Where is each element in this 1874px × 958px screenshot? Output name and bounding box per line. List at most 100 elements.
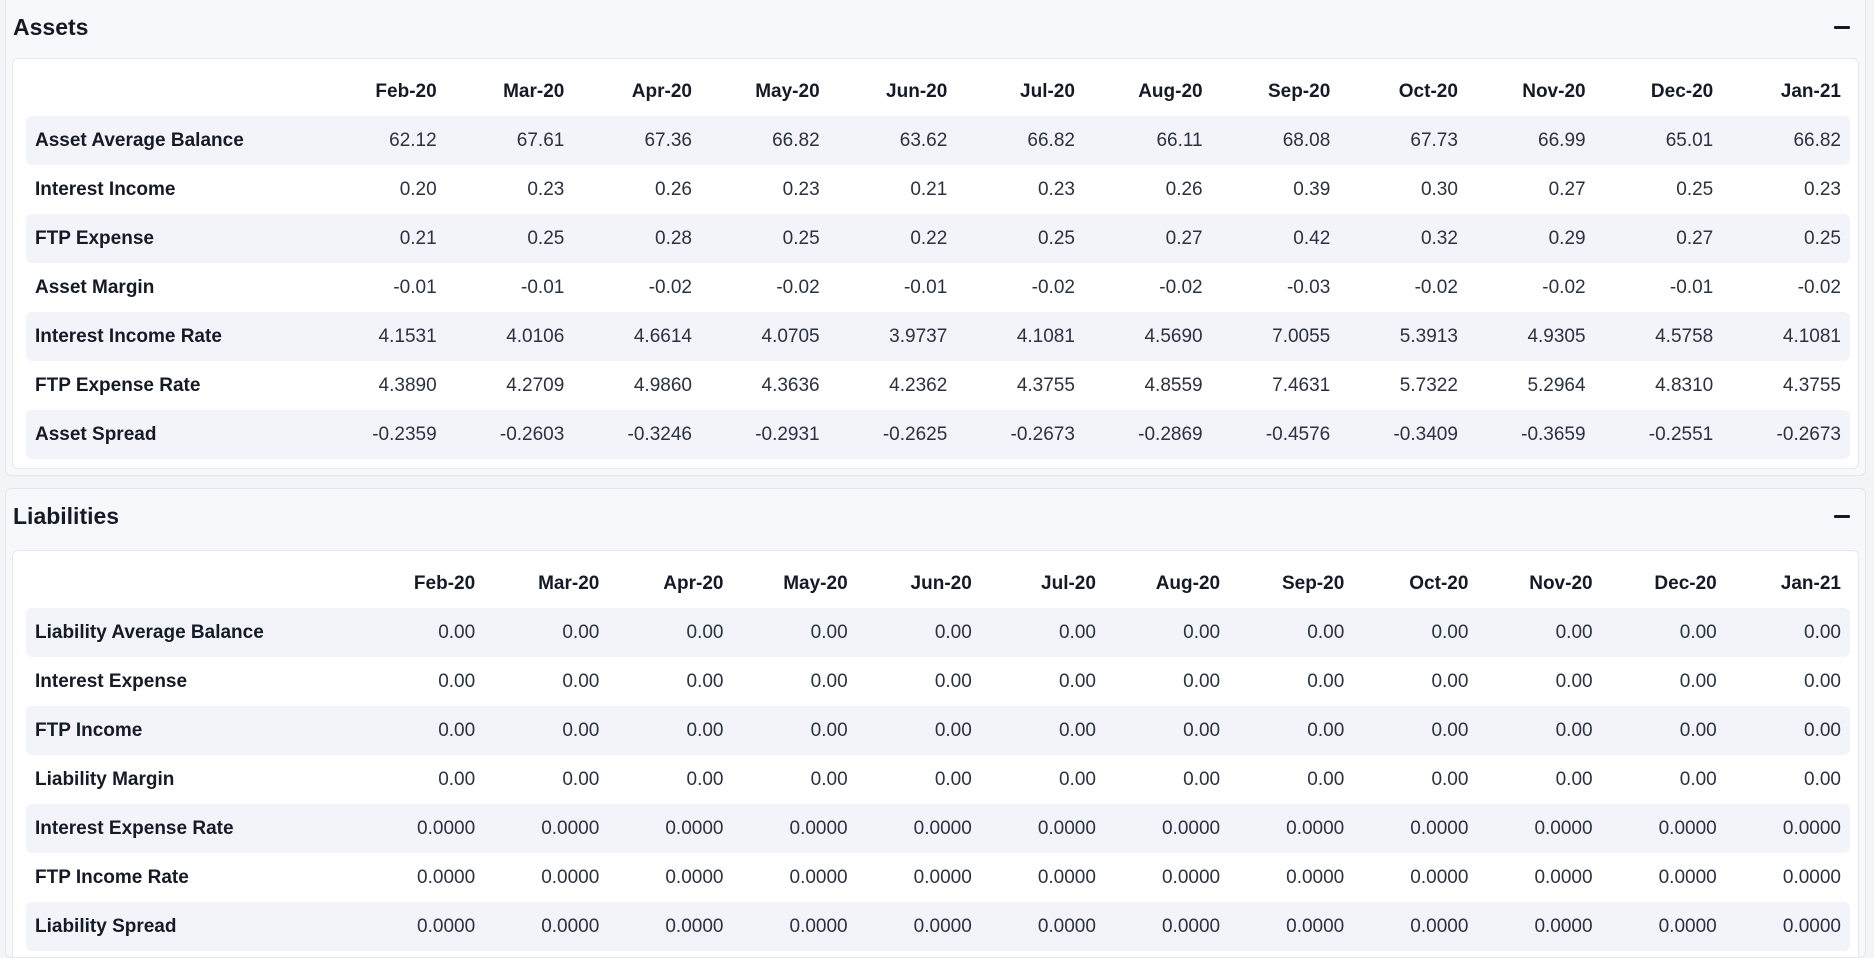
table-cell: 0.00 (1431, 670, 1469, 692)
table-cell: 0.00 (1229, 706, 1354, 755)
row-label: Interest Expense (35, 670, 188, 692)
liabilities-panel: Liabilities Feb-20 Mar-20 Apr-20 May-20 Jun-… (5, 488, 1866, 958)
table-cell: 0.00 (438, 768, 476, 790)
table-cell: 66.82 (700, 116, 829, 165)
assets-collapse-button[interactable] (1829, 14, 1855, 40)
column-header: Jul-20 (1020, 80, 1075, 102)
table-cell: 4.9305 (1466, 312, 1595, 361)
row-label: Liability Margin (35, 768, 175, 790)
table-cell: 0.39 (1293, 178, 1331, 200)
table-cell: 0.25 (1722, 214, 1850, 263)
table-cell: 0.00 (1058, 768, 1096, 790)
table-cell: -0.4576 (1211, 410, 1340, 459)
table-cell: 0.0000 (1353, 804, 1478, 853)
table-cell: 0.25 (445, 214, 574, 263)
column-header: Feb-20 (375, 80, 437, 102)
table-cell: 0.29 (1466, 214, 1595, 263)
table-cell: 0.26 (1165, 178, 1203, 200)
table-cell: -0.01 (393, 276, 437, 298)
table-cell: 0.0000 (608, 804, 733, 853)
table-cell: 66.11 (1083, 116, 1212, 165)
table-cell: 0.00 (1477, 608, 1602, 657)
table-cell: -0.02 (1031, 276, 1075, 298)
liabilities-table: Feb-20 Mar-20 Apr-20 May-20 Jun-20 Jul-20 Aug-… (26, 559, 1850, 951)
table-cell: 0.25 (1676, 178, 1714, 200)
table-cell: 0.00 (810, 670, 848, 692)
table-cell: -0.2931 (700, 410, 829, 459)
table-cell: 0.25 (956, 214, 1084, 263)
row-label: Liability Average Balance (26, 608, 361, 657)
table-cell: 0.00 (1229, 608, 1354, 657)
table-cell: 0.00 (856, 706, 981, 755)
table-cell: 0.00 (1555, 670, 1593, 692)
table-cell: 0.0000 (1104, 804, 1230, 853)
table-cell: -0.02 (1797, 276, 1841, 298)
assets-table-card: Feb-20 Mar-20 Apr-20 May-20 Jun-20 Jul-20 Aug-… (12, 58, 1859, 469)
table-cell: 4.2362 (889, 374, 948, 396)
column-header: Apr-20 (663, 572, 724, 594)
table-cell: 0.0000 (665, 866, 724, 888)
table-cell: 0.0000 (1104, 902, 1230, 951)
table-cell: 0.23 (1804, 178, 1841, 200)
table-cell: 4.1081 (956, 312, 1084, 361)
table-row: Liability Average Balance 0.00 0.00 0.00 0.0… (26, 608, 1850, 657)
table-row: FTP Income Rate 0.0000 0.0000 0.0000 0.0000 0… (26, 853, 1850, 902)
table-cell: 62.12 (318, 116, 446, 165)
liabilities-header[interactable]: Liabilities (6, 489, 1865, 543)
table-cell: 4.5758 (1594, 312, 1723, 361)
table-cell: -0.2359 (318, 410, 446, 459)
table-cell: 0.25 (700, 214, 829, 263)
liabilities-collapse-button[interactable] (1829, 503, 1855, 529)
table-cell: 0.00 (856, 608, 981, 657)
table-cell: 0.00 (1183, 768, 1221, 790)
table-cell: 0.00 (484, 706, 609, 755)
table-cell: 0.0000 (541, 866, 600, 888)
table-cell: 0.0000 (1782, 866, 1841, 888)
table-cell: 67.61 (445, 116, 574, 165)
row-label: FTP Expense Rate (35, 374, 201, 396)
table-cell: -0.3246 (573, 410, 701, 459)
row-label: Interest Income Rate (26, 312, 319, 361)
table-row: Interest Expense Rate 0.0000 0.0000 0.0000 0… (26, 804, 1850, 853)
table-cell: 0.32 (1339, 214, 1467, 263)
table-cell: 0.00 (934, 768, 972, 790)
table-cell: 4.1081 (1722, 312, 1850, 361)
table-row: Interest Expense 0.00 0.00 0.00 0.00 0.00 0.00… (26, 657, 1850, 706)
column-header: Dec-20 (1650, 80, 1714, 102)
row-label-header (26, 559, 360, 608)
table-cell: 0.00 (360, 706, 485, 755)
table-cell: 0.0000 (732, 804, 857, 853)
table-cell: 5.7322 (1399, 374, 1458, 396)
table-cell: 0.00 (1725, 706, 1850, 755)
table-cell: -0.01 (1669, 276, 1714, 298)
table-cell: 0.00 (562, 670, 600, 692)
table-cell: 3.9737 (828, 312, 957, 361)
table-row: Interest Income 0.20 0.23 0.26 0.23 0.21 0.23 0… (26, 165, 1850, 214)
table-cell: 65.01 (1594, 116, 1723, 165)
table-cell: 0.0000 (417, 866, 476, 888)
table-cell: -0.2869 (1083, 410, 1212, 459)
table-cell: 0.0000 (1601, 902, 1726, 951)
table-cell: 4.3890 (378, 374, 437, 396)
table-cell: 5.3913 (1339, 312, 1467, 361)
table-cell: 0.23 (527, 178, 565, 200)
table-cell: 7.0055 (1211, 312, 1340, 361)
assets-header[interactable]: Assets (6, 0, 1865, 51)
table-cell: 4.8310 (1655, 374, 1714, 396)
table-cell: 67.73 (1339, 116, 1467, 165)
column-header: Jun-20 (886, 80, 948, 102)
table-cell: 0.0000 (1037, 866, 1096, 888)
table-cell: 67.36 (573, 116, 701, 165)
table-row: Asset Margin -0.01 -0.01 -0.02 -0.02 -0.01 -0.… (26, 263, 1850, 312)
row-label: Interest Expense Rate (26, 804, 361, 853)
column-header: Nov-20 (1529, 572, 1593, 594)
table-cell: -0.03 (1286, 276, 1331, 298)
table-cell: 0.0000 (856, 804, 981, 853)
table-cell: 0.00 (1307, 670, 1345, 692)
table-row: Liability Margin 0.00 0.00 0.00 0.00 0.00 0.00… (26, 755, 1850, 804)
table-cell: 0.0000 (1477, 804, 1602, 853)
row-label: Interest Income (35, 178, 176, 200)
column-header: Sep-20 (1281, 572, 1345, 594)
table-cell: 0.0000 (1353, 902, 1478, 951)
table-cell: 0.0000 (608, 902, 733, 951)
